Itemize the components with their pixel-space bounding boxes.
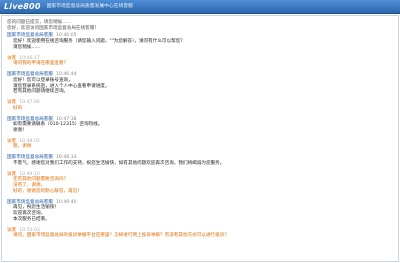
sender-name: 访客 <box>7 100 17 106</box>
chat-message: 国家市场监督总局客服 10:46:05 您好！欢迎使用在线咨询服务（请您输入问题，… <box>7 33 393 50</box>
chat-header: Live800 国家市场监督总局质量发展中心在线客服 <box>0 0 400 14</box>
message-text: 好的 <box>13 105 23 111</box>
chat-message: 访客 10:47:06 好的 <box>7 100 393 111</box>
chat-message: 国家市场监督总局客服 10:47:38 如有需要请联系（010-12315）咨询热… <box>7 117 393 134</box>
live800-logo: Live800 <box>4 1 41 11</box>
chat-message: 访客 10:46:17 请问我的申请在哪里查看？ <box>7 56 393 67</box>
message-text: 请问我的申请在哪里查看？ <box>13 61 69 67</box>
message-text: 请您稍候…… <box>13 44 41 50</box>
message-text: 好的，谢谢您的耐心解答，再见！ <box>13 188 82 194</box>
system-message: 您的问题已提交，请您稍候…… 您好，欢迎访问国家市场监督总局在线客服！ <box>7 20 393 31</box>
message-time: 10:49:40 <box>55 199 77 205</box>
system-line-2: 您好，欢迎访问国家市场监督总局在线客服！ <box>7 25 99 31</box>
chat-message: 访客 10:48:02 嗯，谢谢 <box>7 139 393 150</box>
message-text: 若有其他问题请继续咨询。 <box>13 89 69 95</box>
message-text: 本次服务已结束。 <box>13 216 50 222</box>
message-text: 嗯，谢谢 <box>13 144 32 150</box>
message-text: 谢谢！ <box>13 128 27 134</box>
chat-transcript[interactable]: 您的问题已提交，请您稍候…… 您好，欢迎访问国家市场监督总局在线客服！ 国家市场… <box>1 15 399 262</box>
message-text: 请问，国家市场监督总局的投诉举报平台在哪里？怎样进行网上投诉举报？有没有其他方式… <box>13 233 229 239</box>
chat-message: 国家市场监督总局客服 10:48:33 不客气，感谢您对我们工作的支持，祝您生活愉… <box>7 155 393 166</box>
chat-message: 访客 10:50:03 请问，国家市场监督总局的投诉举报平台在哪里？怎样进行网上投… <box>7 228 393 239</box>
message-text: 不客气，感谢您对我们工作的支持，祝您生活愉快，如有其他问题欢迎再次咨询，我们将竭… <box>13 160 225 166</box>
message-time: 10:47:06 <box>19 100 40 106</box>
chat-title: 国家市场监督总局质量发展中心在线客服 <box>46 3 133 9</box>
chat-message: 国家市场监督总局客服 10:49:40 再见，祝您生活愉快！ 欢迎再次咨询。 本次… <box>7 200 393 223</box>
chat-message: 访客 10:49:10 还有其他问题需要咨询吗？ 没有了，谢谢。 好的，谢谢您的耐… <box>7 172 393 195</box>
chat-message: 国家市场监督总局客服 10:46:44 您好！您可以登录账号查询， 请您登录系统后… <box>7 72 393 95</box>
